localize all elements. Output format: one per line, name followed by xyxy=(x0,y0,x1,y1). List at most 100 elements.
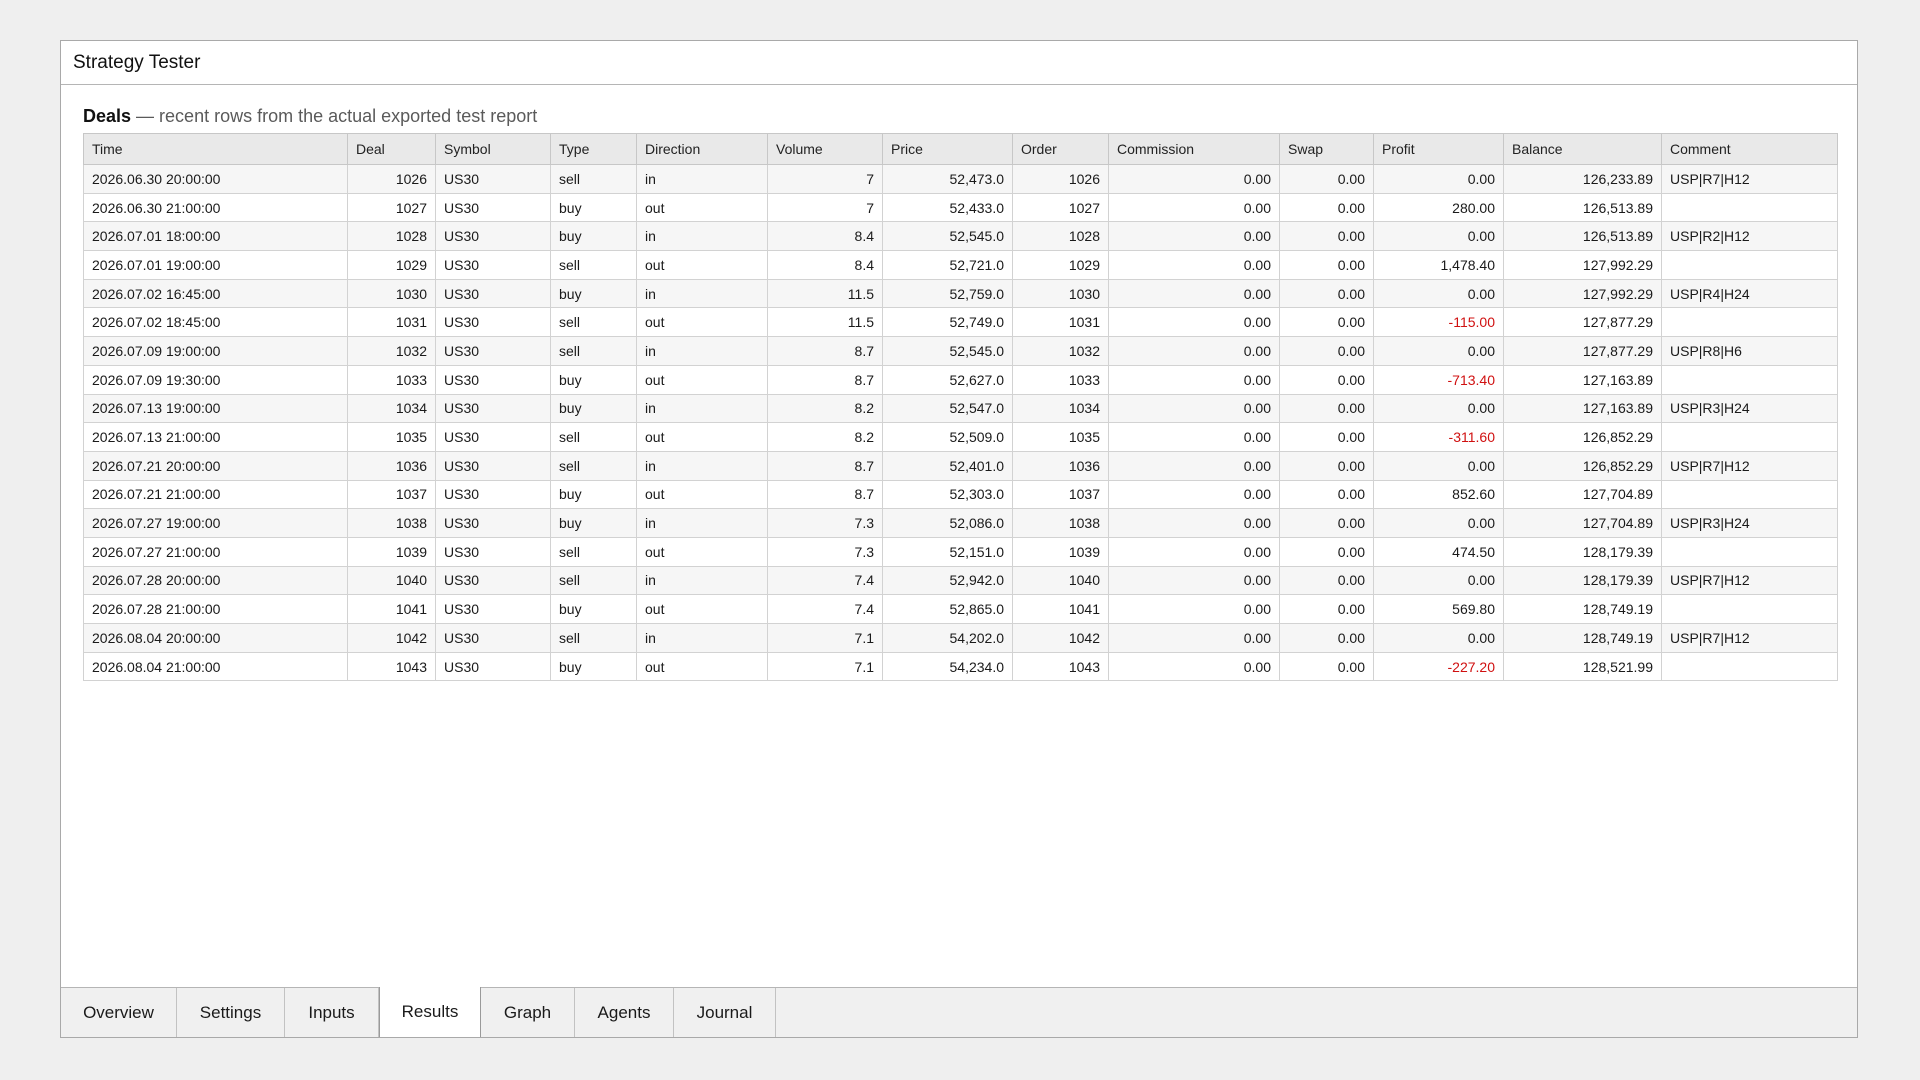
table-row[interactable]: 2026.07.27 19:00:00 1038 US30 buy in 7.3 52,08… xyxy=(83,508,1838,538)
cell-type: buy xyxy=(550,364,637,395)
table-row[interactable]: 2026.06.30 21:00:00 1027 US30 buy out 7 52,433… xyxy=(83,192,1838,223)
cell-swap: 0.00 xyxy=(1279,422,1374,452)
cell-price: 52,721.0 xyxy=(882,250,1013,280)
table-row[interactable]: 2026.07.01 18:00:00 1028 US30 buy in 8.4 52,54… xyxy=(83,221,1838,252)
cell-commission: 0.00 xyxy=(1108,536,1280,567)
table-row[interactable]: 2026.07.21 21:00:00 1037 US30 buy out 8.7 52,3… xyxy=(83,479,1838,510)
tab-graph[interactable]: Graph xyxy=(481,988,575,1037)
tab-results[interactable]: Results xyxy=(379,987,481,1037)
cell-commission: 0.00 xyxy=(1108,336,1280,366)
strategy-tester-window: Strategy Tester Deals — recent rows from… xyxy=(60,40,1858,1038)
cell-direction: in xyxy=(636,508,768,538)
tab-journal[interactable]: Journal xyxy=(674,988,776,1037)
cell-order: 1043 xyxy=(1012,651,1109,682)
cell-swap: 0.00 xyxy=(1279,192,1374,223)
cell-balance: 127,704.89 xyxy=(1503,508,1662,538)
cell-order: 1031 xyxy=(1012,307,1109,338)
table-row[interactable]: 2026.07.09 19:00:00 1032 US30 sell in 8.7 52,5… xyxy=(83,336,1838,366)
cell-price: 52,547.0 xyxy=(882,393,1013,424)
table-row[interactable]: 2026.07.09 19:30:00 1033 US30 buy out 8.7 52,6… xyxy=(83,364,1838,395)
cell-swap: 0.00 xyxy=(1279,536,1374,567)
table-row[interactable]: 2026.07.13 21:00:00 1035 US30 sell out 8.2 52,… xyxy=(83,422,1838,452)
cell-type: buy xyxy=(550,278,637,309)
cell-price: 52,303.0 xyxy=(882,479,1013,510)
cell-comment: USP|R7|H12 xyxy=(1661,623,1838,653)
column-header-profit[interactable]: Profit xyxy=(1373,133,1504,165)
cell-swap: 0.00 xyxy=(1279,623,1374,653)
deals-heading: Deals — recent rows from the actual expo… xyxy=(83,101,1835,133)
column-header-symbol[interactable]: Symbol xyxy=(435,133,551,165)
cell-symbol: US30 xyxy=(435,651,551,682)
table-row[interactable]: 2026.07.28 21:00:00 1041 US30 buy out 7.4 52,8… xyxy=(83,594,1838,624)
column-header-order[interactable]: Order xyxy=(1012,133,1109,165)
column-header-commission[interactable]: Commission xyxy=(1108,133,1280,165)
cell-comment: USP|R8|H6 xyxy=(1661,336,1838,366)
cell-swap: 0.00 xyxy=(1279,250,1374,280)
cell-profit: -713.40 xyxy=(1373,364,1504,395)
cell-price: 52,865.0 xyxy=(882,594,1013,624)
cell-type: sell xyxy=(550,536,637,567)
cell-swap: 0.00 xyxy=(1279,278,1374,309)
tab-agents[interactable]: Agents xyxy=(575,988,674,1037)
cell-commission: 0.00 xyxy=(1108,393,1280,424)
cell-symbol: US30 xyxy=(435,221,551,252)
cell-deal: 1031 xyxy=(347,307,436,338)
cell-volume: 7.1 xyxy=(767,623,883,653)
cell-comment: USP|R7|H12 xyxy=(1661,565,1838,596)
cell-order: 1033 xyxy=(1012,364,1109,395)
table-row[interactable]: 2026.07.28 20:00:00 1040 US30 sell in 7.4 52,9… xyxy=(83,565,1838,596)
cell-time: 2026.07.02 16:45:00 xyxy=(83,278,348,309)
cell-balance: 127,877.29 xyxy=(1503,336,1662,366)
column-header-volume[interactable]: Volume xyxy=(767,133,883,165)
table-row[interactable]: 2026.07.21 20:00:00 1036 US30 sell in 8.7 52,4… xyxy=(83,450,1838,481)
tab-overview[interactable]: Overview xyxy=(61,988,177,1037)
cell-balance: 128,521.99 xyxy=(1503,651,1662,682)
column-header-time[interactable]: Time xyxy=(83,133,348,165)
cell-direction: out xyxy=(636,536,768,567)
table-row[interactable]: 2026.07.02 18:45:00 1031 US30 sell out 11.5 52… xyxy=(83,307,1838,338)
table-row[interactable]: 2026.06.30 20:00:00 1026 US30 sell in 7 52,473… xyxy=(83,164,1838,194)
cell-order: 1039 xyxy=(1012,536,1109,567)
cell-type: buy xyxy=(550,651,637,682)
cell-direction: out xyxy=(636,192,768,223)
cell-deal: 1027 xyxy=(347,192,436,223)
cell-commission: 0.00 xyxy=(1108,508,1280,538)
cell-type: buy xyxy=(550,508,637,538)
tab-inputs[interactable]: Inputs xyxy=(285,988,379,1037)
cell-price: 52,545.0 xyxy=(882,221,1013,252)
table-row[interactable]: 2026.07.02 16:45:00 1030 US30 buy in 11.5 52,7… xyxy=(83,278,1838,309)
table-row[interactable]: 2026.08.04 20:00:00 1042 US30 sell in 7.1 54,2… xyxy=(83,623,1838,653)
table-row[interactable]: 2026.07.01 19:00:00 1029 US30 sell out 8.4 52,… xyxy=(83,250,1838,280)
table-row[interactable]: 2026.07.13 19:00:00 1034 US30 buy in 8.2 52,54… xyxy=(83,393,1838,424)
cell-comment xyxy=(1661,594,1838,624)
cell-time: 2026.07.21 20:00:00 xyxy=(83,450,348,481)
column-header-comment[interactable]: Comment xyxy=(1661,133,1838,165)
column-header-direction[interactable]: Direction xyxy=(636,133,768,165)
cell-type: sell xyxy=(550,450,637,481)
table-row[interactable]: 2026.07.27 21:00:00 1039 US30 sell out 7.3 52,… xyxy=(83,536,1838,567)
cell-swap: 0.00 xyxy=(1279,450,1374,481)
cell-balance: 126,233.89 xyxy=(1503,164,1662,194)
cell-commission: 0.00 xyxy=(1108,192,1280,223)
cell-type: buy xyxy=(550,192,637,223)
cell-price: 52,433.0 xyxy=(882,192,1013,223)
cell-swap: 0.00 xyxy=(1279,594,1374,624)
cell-type: sell xyxy=(550,250,637,280)
tab-settings[interactable]: Settings xyxy=(177,988,285,1037)
cell-balance: 126,852.29 xyxy=(1503,422,1662,452)
deals-title: Deals xyxy=(83,106,132,126)
cell-balance: 128,749.19 xyxy=(1503,623,1662,653)
column-header-swap[interactable]: Swap xyxy=(1279,133,1374,165)
column-header-balance[interactable]: Balance xyxy=(1503,133,1662,165)
cell-deal: 1037 xyxy=(347,479,436,510)
column-header-type[interactable]: Type xyxy=(550,133,637,165)
cell-direction: in xyxy=(636,278,768,309)
cell-balance: 127,163.89 xyxy=(1503,393,1662,424)
cell-symbol: US30 xyxy=(435,536,551,567)
table-row[interactable]: 2026.08.04 21:00:00 1043 US30 buy out 7.1 54,2… xyxy=(83,651,1838,682)
column-header-deal[interactable]: Deal xyxy=(347,133,436,165)
cell-time: 2026.07.13 19:00:00 xyxy=(83,393,348,424)
column-header-price[interactable]: Price xyxy=(882,133,1013,165)
cell-time: 2026.08.04 20:00:00 xyxy=(83,623,348,653)
cell-symbol: US30 xyxy=(435,192,551,223)
